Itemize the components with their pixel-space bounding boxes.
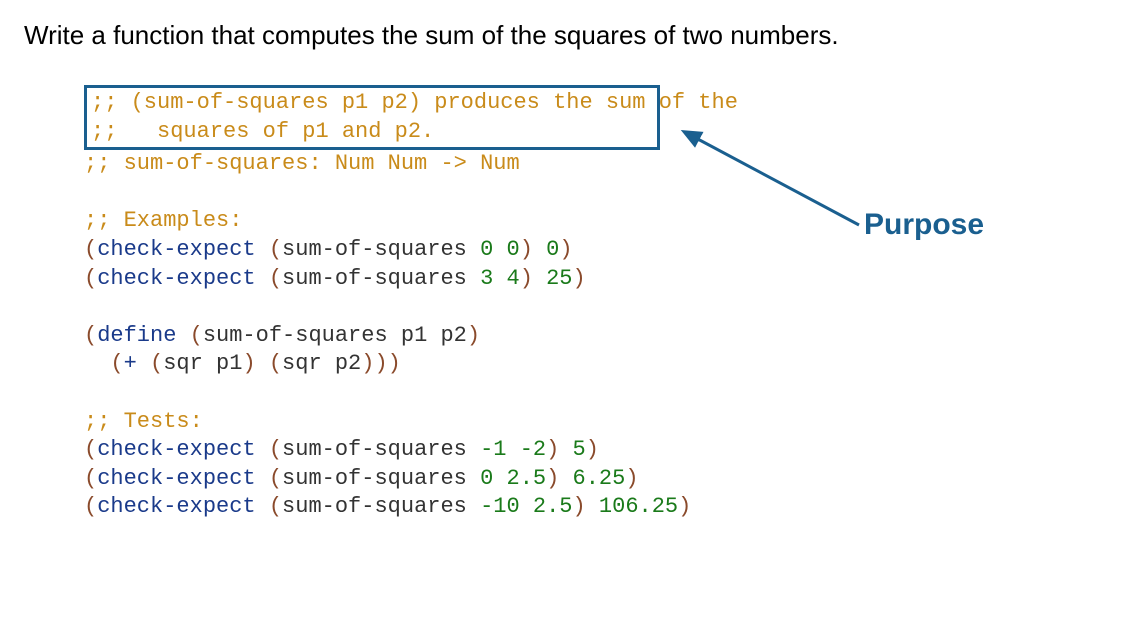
paren: ( bbox=[269, 494, 282, 519]
comment-text: sum-of-squares: Num Num -> Num bbox=[110, 151, 519, 176]
func-name: sum-of-squares bbox=[282, 494, 467, 519]
test-1: (check-expect (sum-of-squares -1 -2) 5) bbox=[84, 436, 1106, 465]
paren: ( bbox=[84, 494, 97, 519]
func-sqr: sqr bbox=[282, 351, 322, 376]
number-literal: 5 bbox=[573, 437, 586, 462]
paren: ( bbox=[150, 351, 163, 376]
number-literal: 25 bbox=[546, 266, 572, 291]
blank-line bbox=[84, 293, 1106, 322]
paren: ) bbox=[559, 237, 572, 262]
func-sqr: sqr bbox=[163, 351, 203, 376]
number-literal: -10 bbox=[480, 494, 520, 519]
paren: ( bbox=[269, 266, 282, 291]
func-name: sum-of-squares bbox=[282, 437, 467, 462]
instruction-title: Write a function that computes the sum o… bbox=[24, 20, 1106, 51]
paren: ( bbox=[84, 266, 97, 291]
comment-text: (sum-of-squares p1 p2) produces the sum … bbox=[117, 90, 738, 115]
paren: ( bbox=[269, 437, 282, 462]
purpose-highlight-box: ;; (sum-of-squares p1 p2) produces the s… bbox=[84, 85, 660, 150]
paren: ) bbox=[573, 494, 586, 519]
paren: ) bbox=[678, 494, 691, 519]
callout-arrow-icon bbox=[684, 125, 884, 245]
paren: ( bbox=[84, 466, 97, 491]
paren: ))) bbox=[361, 351, 401, 376]
comment-marker: ;; bbox=[91, 119, 117, 144]
number-literal: 0 bbox=[546, 237, 559, 262]
define-line-1: (define (sum-of-squares p1 p2) bbox=[84, 322, 1106, 351]
code-block: ;; (sum-of-squares p1 p2) produces the s… bbox=[84, 85, 1106, 522]
param: p2 bbox=[440, 323, 466, 348]
paren: ) bbox=[546, 466, 559, 491]
param: p1 bbox=[216, 351, 242, 376]
purpose-callout-label: Purpose bbox=[864, 205, 984, 244]
define-line-2: (+ (sqr p1) (sqr p2))) bbox=[84, 350, 1106, 379]
paren: ( bbox=[269, 237, 282, 262]
number-literal: 2.5 bbox=[507, 466, 547, 491]
paren: ( bbox=[110, 351, 123, 376]
number-literal: 0 bbox=[507, 237, 520, 262]
purpose-line-2: ;; squares of p1 and p2. bbox=[91, 118, 653, 147]
paren: ) bbox=[467, 323, 480, 348]
paren: ) bbox=[242, 351, 255, 376]
keyword-check-expect: check-expect bbox=[97, 266, 255, 291]
paren: ) bbox=[520, 237, 533, 262]
comment-text: Examples: bbox=[110, 208, 242, 233]
comment-text: Tests: bbox=[110, 409, 202, 434]
number-literal: 0 bbox=[480, 466, 493, 491]
param: p1 bbox=[401, 323, 427, 348]
keyword-check-expect: check-expect bbox=[97, 437, 255, 462]
func-name: sum-of-squares bbox=[203, 323, 388, 348]
blank-line bbox=[84, 179, 1106, 208]
comment-marker: ;; bbox=[84, 151, 110, 176]
paren: ) bbox=[625, 466, 638, 491]
keyword-check-expect: check-expect bbox=[97, 494, 255, 519]
contract-line: ;; sum-of-squares: Num Num -> Num bbox=[84, 150, 1106, 179]
paren: ( bbox=[84, 437, 97, 462]
number-literal: 2.5 bbox=[533, 494, 573, 519]
func-name: sum-of-squares bbox=[282, 466, 467, 491]
paren: ( bbox=[190, 323, 203, 348]
paren: ( bbox=[269, 466, 282, 491]
number-literal: 4 bbox=[507, 266, 520, 291]
paren: ( bbox=[84, 323, 97, 348]
number-literal: 6.25 bbox=[573, 466, 626, 491]
test-3: (check-expect (sum-of-squares -10 2.5) 1… bbox=[84, 493, 1106, 522]
number-literal: 0 bbox=[480, 237, 493, 262]
blank-line bbox=[84, 379, 1106, 408]
param: p2 bbox=[335, 351, 361, 376]
func-name: sum-of-squares bbox=[282, 266, 467, 291]
number-literal: 106.25 bbox=[599, 494, 678, 519]
paren: ) bbox=[520, 266, 533, 291]
operator-plus: + bbox=[124, 351, 137, 376]
number-literal: 3 bbox=[480, 266, 493, 291]
purpose-line-1: ;; (sum-of-squares p1 p2) produces the s… bbox=[91, 89, 653, 118]
paren: ( bbox=[269, 351, 282, 376]
comment-text: squares of p1 and p2. bbox=[117, 119, 434, 144]
number-literal: -2 bbox=[520, 437, 546, 462]
paren: ) bbox=[546, 437, 559, 462]
comment-marker: ;; bbox=[84, 208, 110, 233]
func-name: sum-of-squares bbox=[282, 237, 467, 262]
number-literal: -1 bbox=[480, 437, 506, 462]
paren: ) bbox=[586, 437, 599, 462]
example-2: (check-expect (sum-of-squares 3 4) 25) bbox=[84, 265, 1106, 294]
keyword-define: define bbox=[97, 323, 176, 348]
paren: ) bbox=[573, 266, 586, 291]
comment-marker: ;; bbox=[91, 90, 117, 115]
keyword-check-expect: check-expect bbox=[97, 466, 255, 491]
comment-marker: ;; bbox=[84, 409, 110, 434]
tests-header: ;; Tests: bbox=[84, 408, 1106, 437]
paren: ( bbox=[84, 237, 97, 262]
keyword-check-expect: check-expect bbox=[97, 237, 255, 262]
test-2: (check-expect (sum-of-squares 0 2.5) 6.2… bbox=[84, 465, 1106, 494]
